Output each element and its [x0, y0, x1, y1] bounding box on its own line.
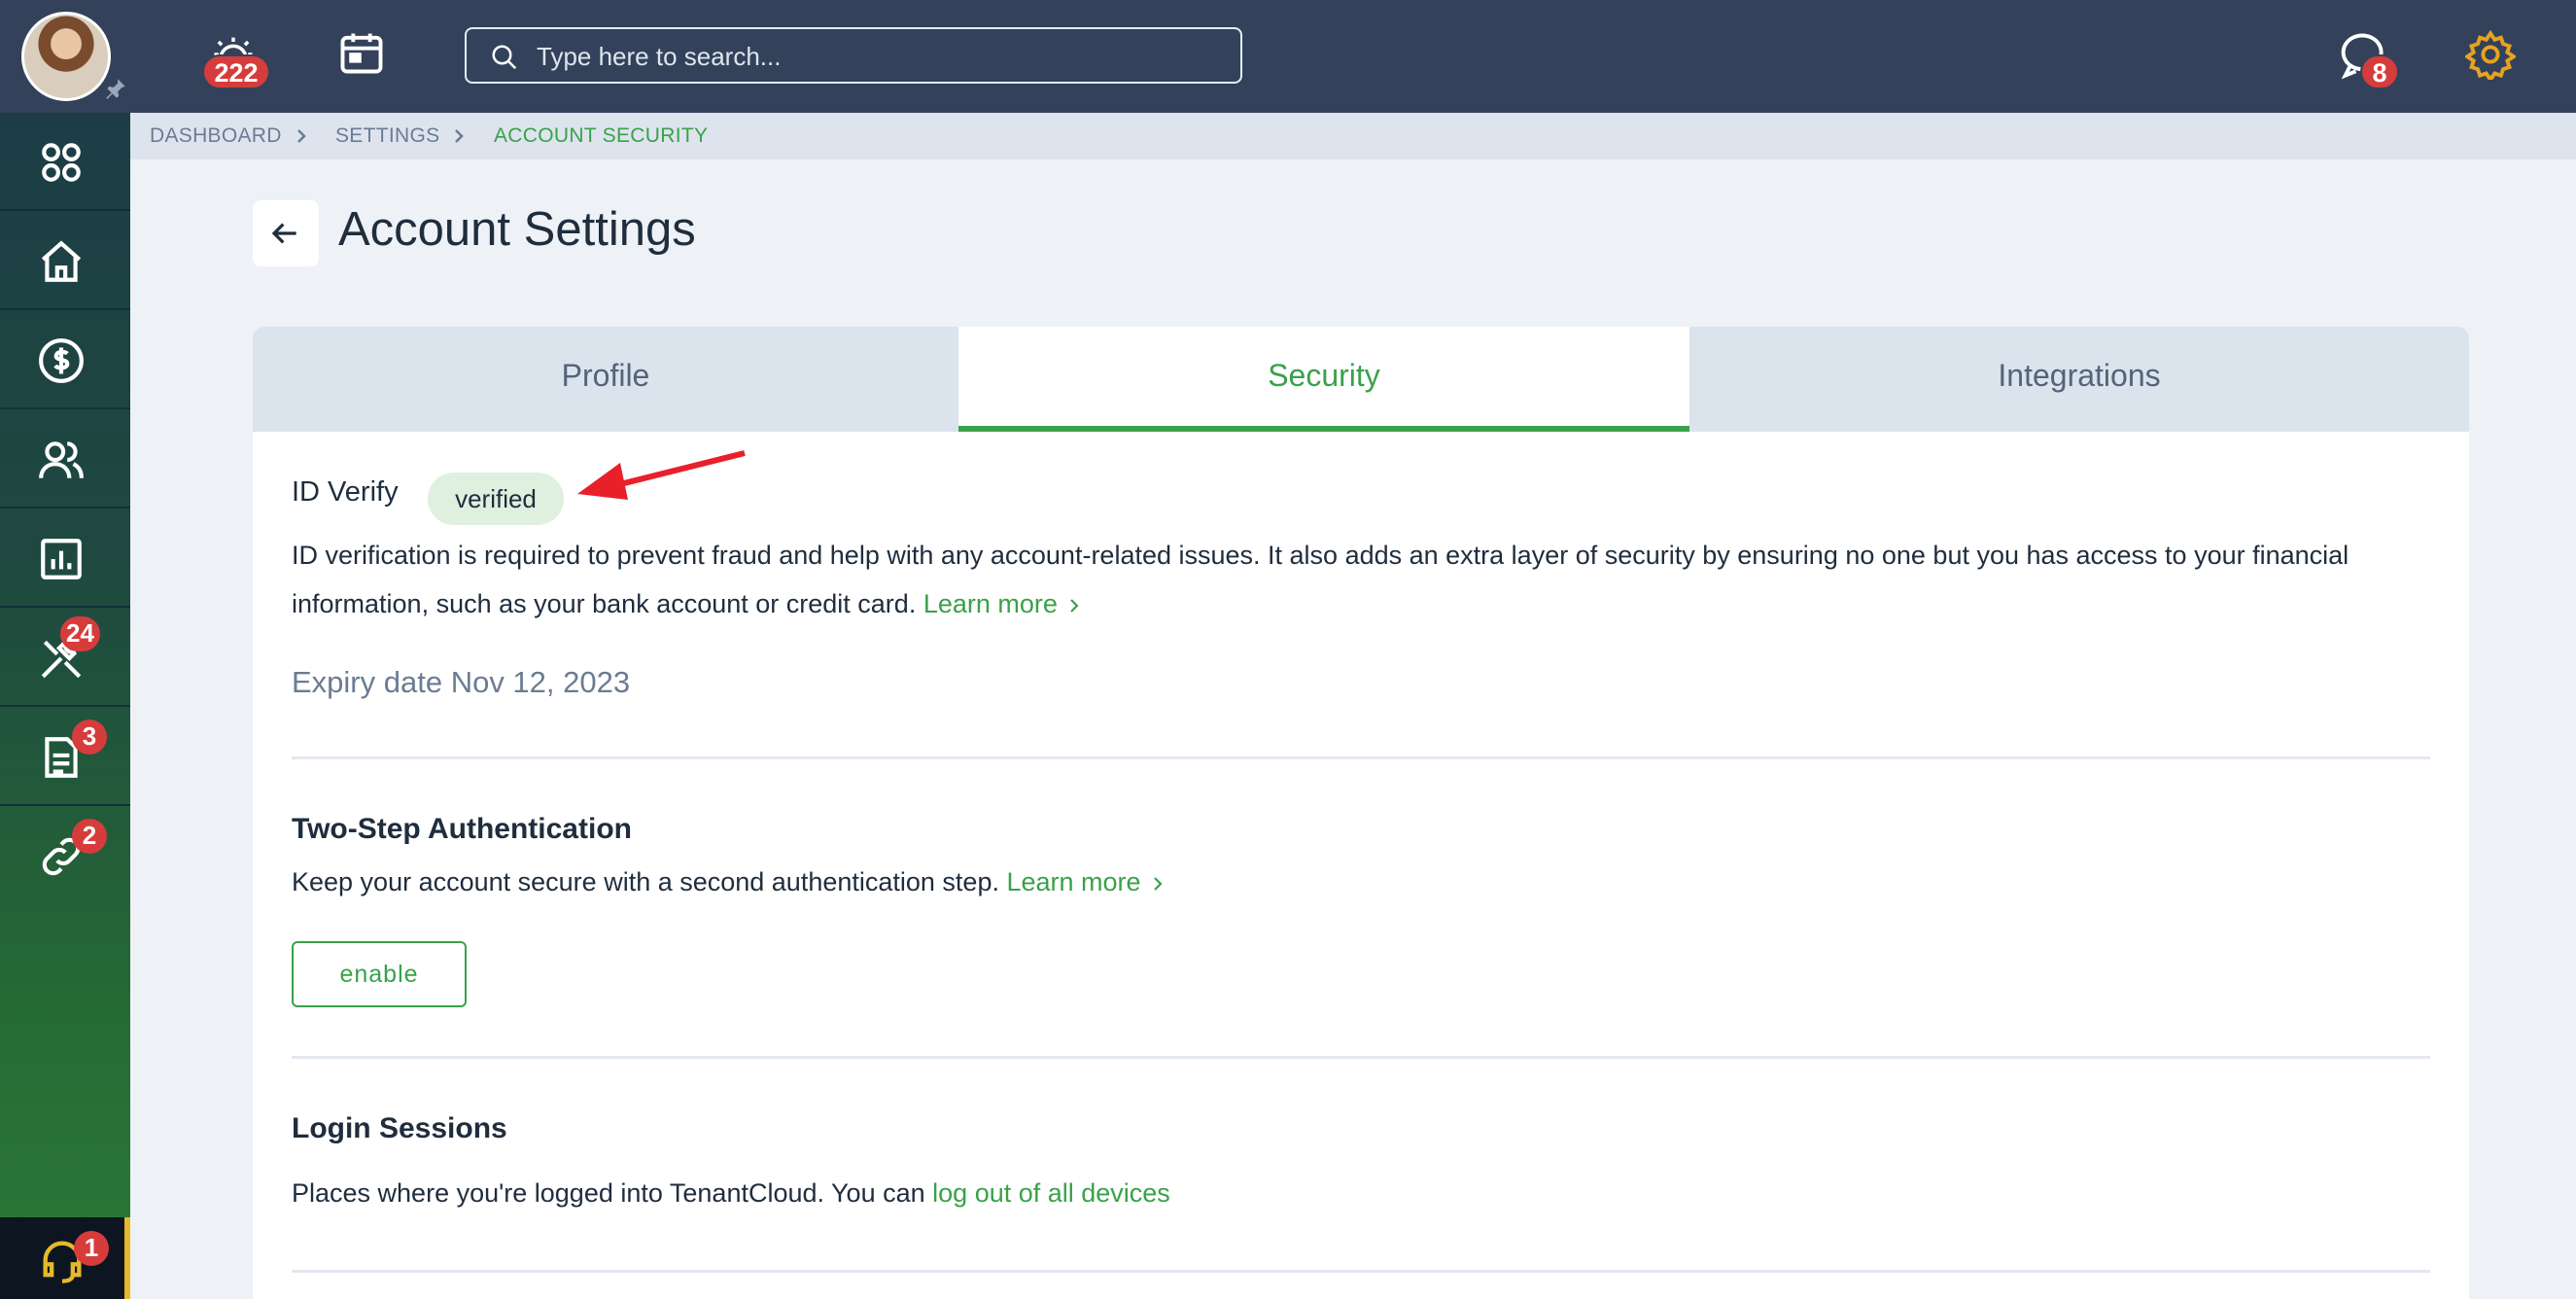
- id-verify-description: ID verification is required to prevent f…: [292, 531, 2450, 628]
- login-sessions-description: Places where you're logged into TenantCl…: [292, 1178, 925, 1208]
- verified-badge: verified: [428, 473, 564, 525]
- users-icon: [39, 441, 84, 478]
- documents-badge: 3: [72, 720, 107, 755]
- support-badge: 1: [74, 1231, 109, 1266]
- back-button[interactable]: [253, 200, 319, 266]
- enable-two-step-button[interactable]: enable: [292, 941, 467, 1007]
- messages-badge: 8: [2360, 54, 2399, 89]
- login-sessions-title: Login Sessions: [292, 1112, 507, 1144]
- search-box[interactable]: [465, 27, 1242, 84]
- calendar-icon[interactable]: [336, 27, 387, 78]
- gear-icon[interactable]: [2465, 29, 2516, 80]
- tab-integrations[interactable]: Integrations: [1689, 327, 2469, 432]
- search-icon: [492, 45, 517, 70]
- sidebar-item-payments[interactable]: [0, 311, 130, 409]
- sidebar-item-maintenance[interactable]: 24: [0, 609, 130, 707]
- sidebar-item-apps[interactable]: [0, 113, 130, 211]
- id-verify-learn-more-link[interactable]: Learn more: [923, 589, 1058, 618]
- sidebar: 24 3 2: [0, 113, 130, 1299]
- tab-profile[interactable]: Profile: [253, 327, 958, 432]
- id-verify-description-line1: ID verification is required to prevent f…: [292, 541, 2350, 570]
- section-divider: [292, 1056, 2430, 1059]
- breadcrumb-settings[interactable]: SETTINGS: [335, 124, 439, 148]
- breadcrumb: DASHBOARD SETTINGS ACCOUNT SECURITY: [130, 113, 2576, 159]
- sidebar-item-people[interactable]: [0, 410, 130, 509]
- tab-bar: Profile Security Integrations: [253, 327, 2469, 432]
- two-step-description-wrap: Keep your account secure with a second a…: [292, 858, 1165, 906]
- annotation-arrow: [577, 450, 746, 500]
- chart-icon: [41, 539, 82, 579]
- logout-all-devices-link[interactable]: log out of all devices: [932, 1178, 1170, 1208]
- maintenance-badge: 24: [60, 616, 100, 651]
- sidebar-item-links[interactable]: 2: [0, 807, 130, 905]
- top-bar: 222 8: [0, 0, 2576, 113]
- two-step-title: Two-Step Authentication: [292, 813, 632, 845]
- section-divider: [292, 756, 2430, 759]
- login-sessions-description-wrap: Places where you're logged into TenantCl…: [292, 1169, 1170, 1217]
- chevron-right-icon: [1070, 599, 1079, 613]
- sidebar-item-home[interactable]: [0, 212, 130, 310]
- id-verify-title: ID Verify: [292, 476, 399, 508]
- two-step-description: Keep your account secure with a second a…: [292, 867, 999, 896]
- chevron-right-icon: [1153, 877, 1163, 891]
- tab-security[interactable]: Security: [958, 327, 1689, 432]
- breadcrumb-account-security: ACCOUNT SECURITY: [494, 124, 709, 147]
- support-button[interactable]: 1: [0, 1217, 130, 1299]
- chevron-right-icon: [297, 129, 306, 143]
- sidebar-item-reports[interactable]: [0, 509, 130, 608]
- two-step-learn-more-link[interactable]: Learn more: [1006, 867, 1140, 896]
- id-verify-description-line2: information, such as your bank account o…: [292, 589, 917, 618]
- chevron-right-icon: [455, 129, 464, 143]
- id-verify-description-line2-wrap: information, such as your bank account o…: [292, 579, 2450, 628]
- page-title: Account Settings: [338, 203, 696, 256]
- pin-icon[interactable]: [103, 76, 128, 101]
- links-badge: 2: [72, 819, 107, 854]
- search-input[interactable]: [537, 37, 1217, 76]
- id-expiry-date: Expiry date Nov 12, 2023: [292, 665, 631, 699]
- user-avatar[interactable]: [21, 12, 111, 101]
- grid-icon: [42, 143, 81, 182]
- arrow-left-icon: [271, 223, 296, 244]
- sidebar-item-documents[interactable]: 3: [0, 708, 130, 806]
- section-divider: [292, 1270, 2430, 1273]
- home-icon: [41, 240, 82, 282]
- dollar-icon: [39, 338, 84, 383]
- notifications-badge: 222: [202, 54, 270, 89]
- breadcrumb-dashboard[interactable]: DASHBOARD: [150, 124, 282, 148]
